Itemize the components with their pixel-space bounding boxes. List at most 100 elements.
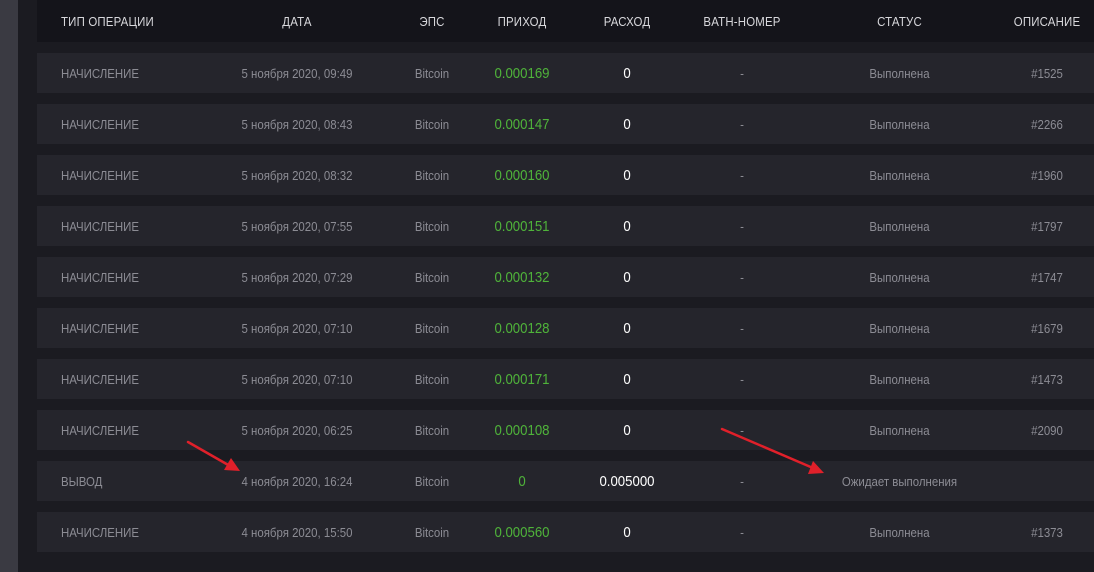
cell-income: 0.000169 [494, 64, 550, 82]
cell-eps: Bitcoin [414, 473, 450, 489]
cell-type: НАЧИСЛЕНИЕ [61, 218, 139, 234]
table-row: НАЧИСЛЕНИЕ 5 ноября 2020, 07:55 Bitcoin … [37, 206, 1094, 246]
cell-date: 5 ноября 2020, 07:10 [241, 320, 353, 336]
cell-income: 0.000151 [494, 217, 550, 235]
cell-type: НАЧИСЛЕНИЕ [61, 524, 139, 540]
cell-expense: 0 [623, 370, 631, 388]
cell-description: #1679 [1031, 320, 1063, 336]
col-header-status: СТАТУС [877, 13, 922, 29]
cell-type: НАЧИСЛЕНИЕ [61, 167, 139, 183]
cell-expense: 0 [623, 523, 631, 541]
cell-type: НАЧИСЛЕНИЕ [61, 371, 139, 387]
cell-description: #2090 [1031, 422, 1063, 438]
table-header: ТИП ОПЕРАЦИИ ДАТА ЭПС ПРИХОД РАСХОД BATH… [37, 0, 1094, 42]
cell-expense: 0 [623, 115, 631, 133]
cell-date: 5 ноября 2020, 09:49 [241, 65, 353, 81]
cell-status: Выполнена [869, 320, 930, 336]
cell-eps: Bitcoin [414, 524, 450, 540]
cell-description: #1373 [1031, 524, 1063, 540]
col-header-description: ОПИСАНИЕ [1013, 13, 1081, 29]
table-row: НАЧИСЛЕНИЕ 5 ноября 2020, 07:29 Bitcoin … [37, 257, 1094, 297]
table-row: НАЧИСЛЕНИЕ 5 ноября 2020, 08:43 Bitcoin … [37, 104, 1094, 144]
cell-date: 4 ноября 2020, 16:24 [241, 473, 353, 489]
cell-income: 0.000132 [494, 268, 550, 286]
cell-eps: Bitcoin [414, 65, 450, 81]
cell-description: #1525 [1031, 65, 1063, 81]
cell-status: Выполнена [869, 269, 930, 285]
table-row: НАЧИСЛЕНИЕ 5 ноября 2020, 07:10 Bitcoin … [37, 359, 1094, 399]
cell-description: #2266 [1031, 116, 1063, 132]
cell-eps: Bitcoin [414, 116, 450, 132]
cell-expense: 0 [623, 166, 631, 184]
cell-date: 5 ноября 2020, 07:10 [241, 371, 353, 387]
cell-type: НАЧИСЛЕНИЕ [61, 320, 139, 336]
col-header-date: ДАТА [282, 13, 312, 29]
cell-type: НАЧИСЛЕНИЕ [61, 116, 139, 132]
cell-date: 5 ноября 2020, 08:32 [241, 167, 353, 183]
cell-status: Выполнена [869, 218, 930, 234]
cell-status: Выполнена [869, 116, 930, 132]
cell-date: 4 ноября 2020, 15:50 [241, 524, 353, 540]
cell-income: 0 [518, 472, 526, 490]
table-row: НАЧИСЛЕНИЕ 4 ноября 2020, 15:50 Bitcoin … [37, 512, 1094, 552]
cell-status: Выполнена [869, 422, 930, 438]
cell-type: ВЫВОД [61, 473, 103, 489]
cell-status: Выполнена [869, 371, 930, 387]
left-sidebar-edge [0, 0, 18, 572]
cell-eps: Bitcoin [414, 269, 450, 285]
table-row: НАЧИСЛЕНИЕ 5 ноября 2020, 08:32 Bitcoin … [37, 155, 1094, 195]
cell-expense: 0 [623, 319, 631, 337]
cell-bath-number: - [740, 320, 744, 336]
cell-status: Выполнена [869, 65, 930, 81]
cell-income: 0.000160 [494, 166, 550, 184]
cell-bath-number: - [740, 473, 744, 489]
cell-eps: Bitcoin [414, 167, 450, 183]
cell-type: НАЧИСЛЕНИЕ [61, 422, 139, 438]
cell-income: 0.000108 [494, 421, 550, 439]
col-header-bath-number: BATH-НОМЕР [703, 13, 781, 29]
cell-bath-number: - [740, 422, 744, 438]
cell-eps: Bitcoin [414, 371, 450, 387]
cell-eps: Bitcoin [414, 422, 450, 438]
cell-income: 0.000560 [494, 523, 550, 541]
cell-status: Выполнена [869, 167, 930, 183]
cell-date: 5 ноября 2020, 07:55 [241, 218, 353, 234]
cell-expense: 0 [623, 64, 631, 82]
col-header-expense: РАСХОД [603, 13, 651, 29]
cell-bath-number: - [740, 65, 744, 81]
cell-bath-number: - [740, 116, 744, 132]
cell-status: Выполнена [869, 524, 930, 540]
cell-bath-number: - [740, 269, 744, 285]
cell-date: 5 ноября 2020, 07:29 [241, 269, 353, 285]
col-header-type: ТИП ОПЕРАЦИИ [61, 13, 154, 29]
cell-description [1021, 461, 1074, 501]
page: ТИП ОПЕРАЦИИ ДАТА ЭПС ПРИХОД РАСХОД BATH… [0, 0, 1094, 572]
cell-date: 5 ноября 2020, 08:43 [241, 116, 353, 132]
table-row: ВЫВОД 4 ноября 2020, 16:24 Bitcoin 0 0.0… [37, 461, 1094, 501]
cell-income: 0.000171 [494, 370, 550, 388]
table-row: НАЧИСЛЕНИЕ 5 ноября 2020, 06:25 Bitcoin … [37, 410, 1094, 450]
cell-type: НАЧИСЛЕНИЕ [61, 65, 139, 81]
cell-description: #1797 [1031, 218, 1063, 234]
col-header-eps: ЭПС [419, 13, 445, 29]
cell-eps: Bitcoin [414, 320, 450, 336]
cell-expense: 0.005000 [599, 472, 655, 490]
cell-income: 0.000128 [494, 319, 550, 337]
cell-income: 0.000147 [494, 115, 550, 133]
cell-description: #1473 [1031, 371, 1063, 387]
cell-status: Ожидает выполнения [841, 473, 958, 489]
col-header-income: ПРИХОД [497, 13, 547, 29]
cell-bath-number: - [740, 524, 744, 540]
cell-date: 5 ноября 2020, 06:25 [241, 422, 353, 438]
cell-expense: 0 [623, 421, 631, 439]
cell-bath-number: - [740, 371, 744, 387]
cell-eps: Bitcoin [414, 218, 450, 234]
cell-description: #1960 [1031, 167, 1063, 183]
table-row: НАЧИСЛЕНИЕ 5 ноября 2020, 07:10 Bitcoin … [37, 308, 1094, 348]
table-row: НАЧИСЛЕНИЕ 5 ноября 2020, 09:49 Bitcoin … [37, 53, 1094, 93]
cell-expense: 0 [623, 268, 631, 286]
cell-type: НАЧИСЛЕНИЕ [61, 269, 139, 285]
cell-description: #1747 [1031, 269, 1063, 285]
cell-bath-number: - [740, 218, 744, 234]
cell-expense: 0 [623, 217, 631, 235]
